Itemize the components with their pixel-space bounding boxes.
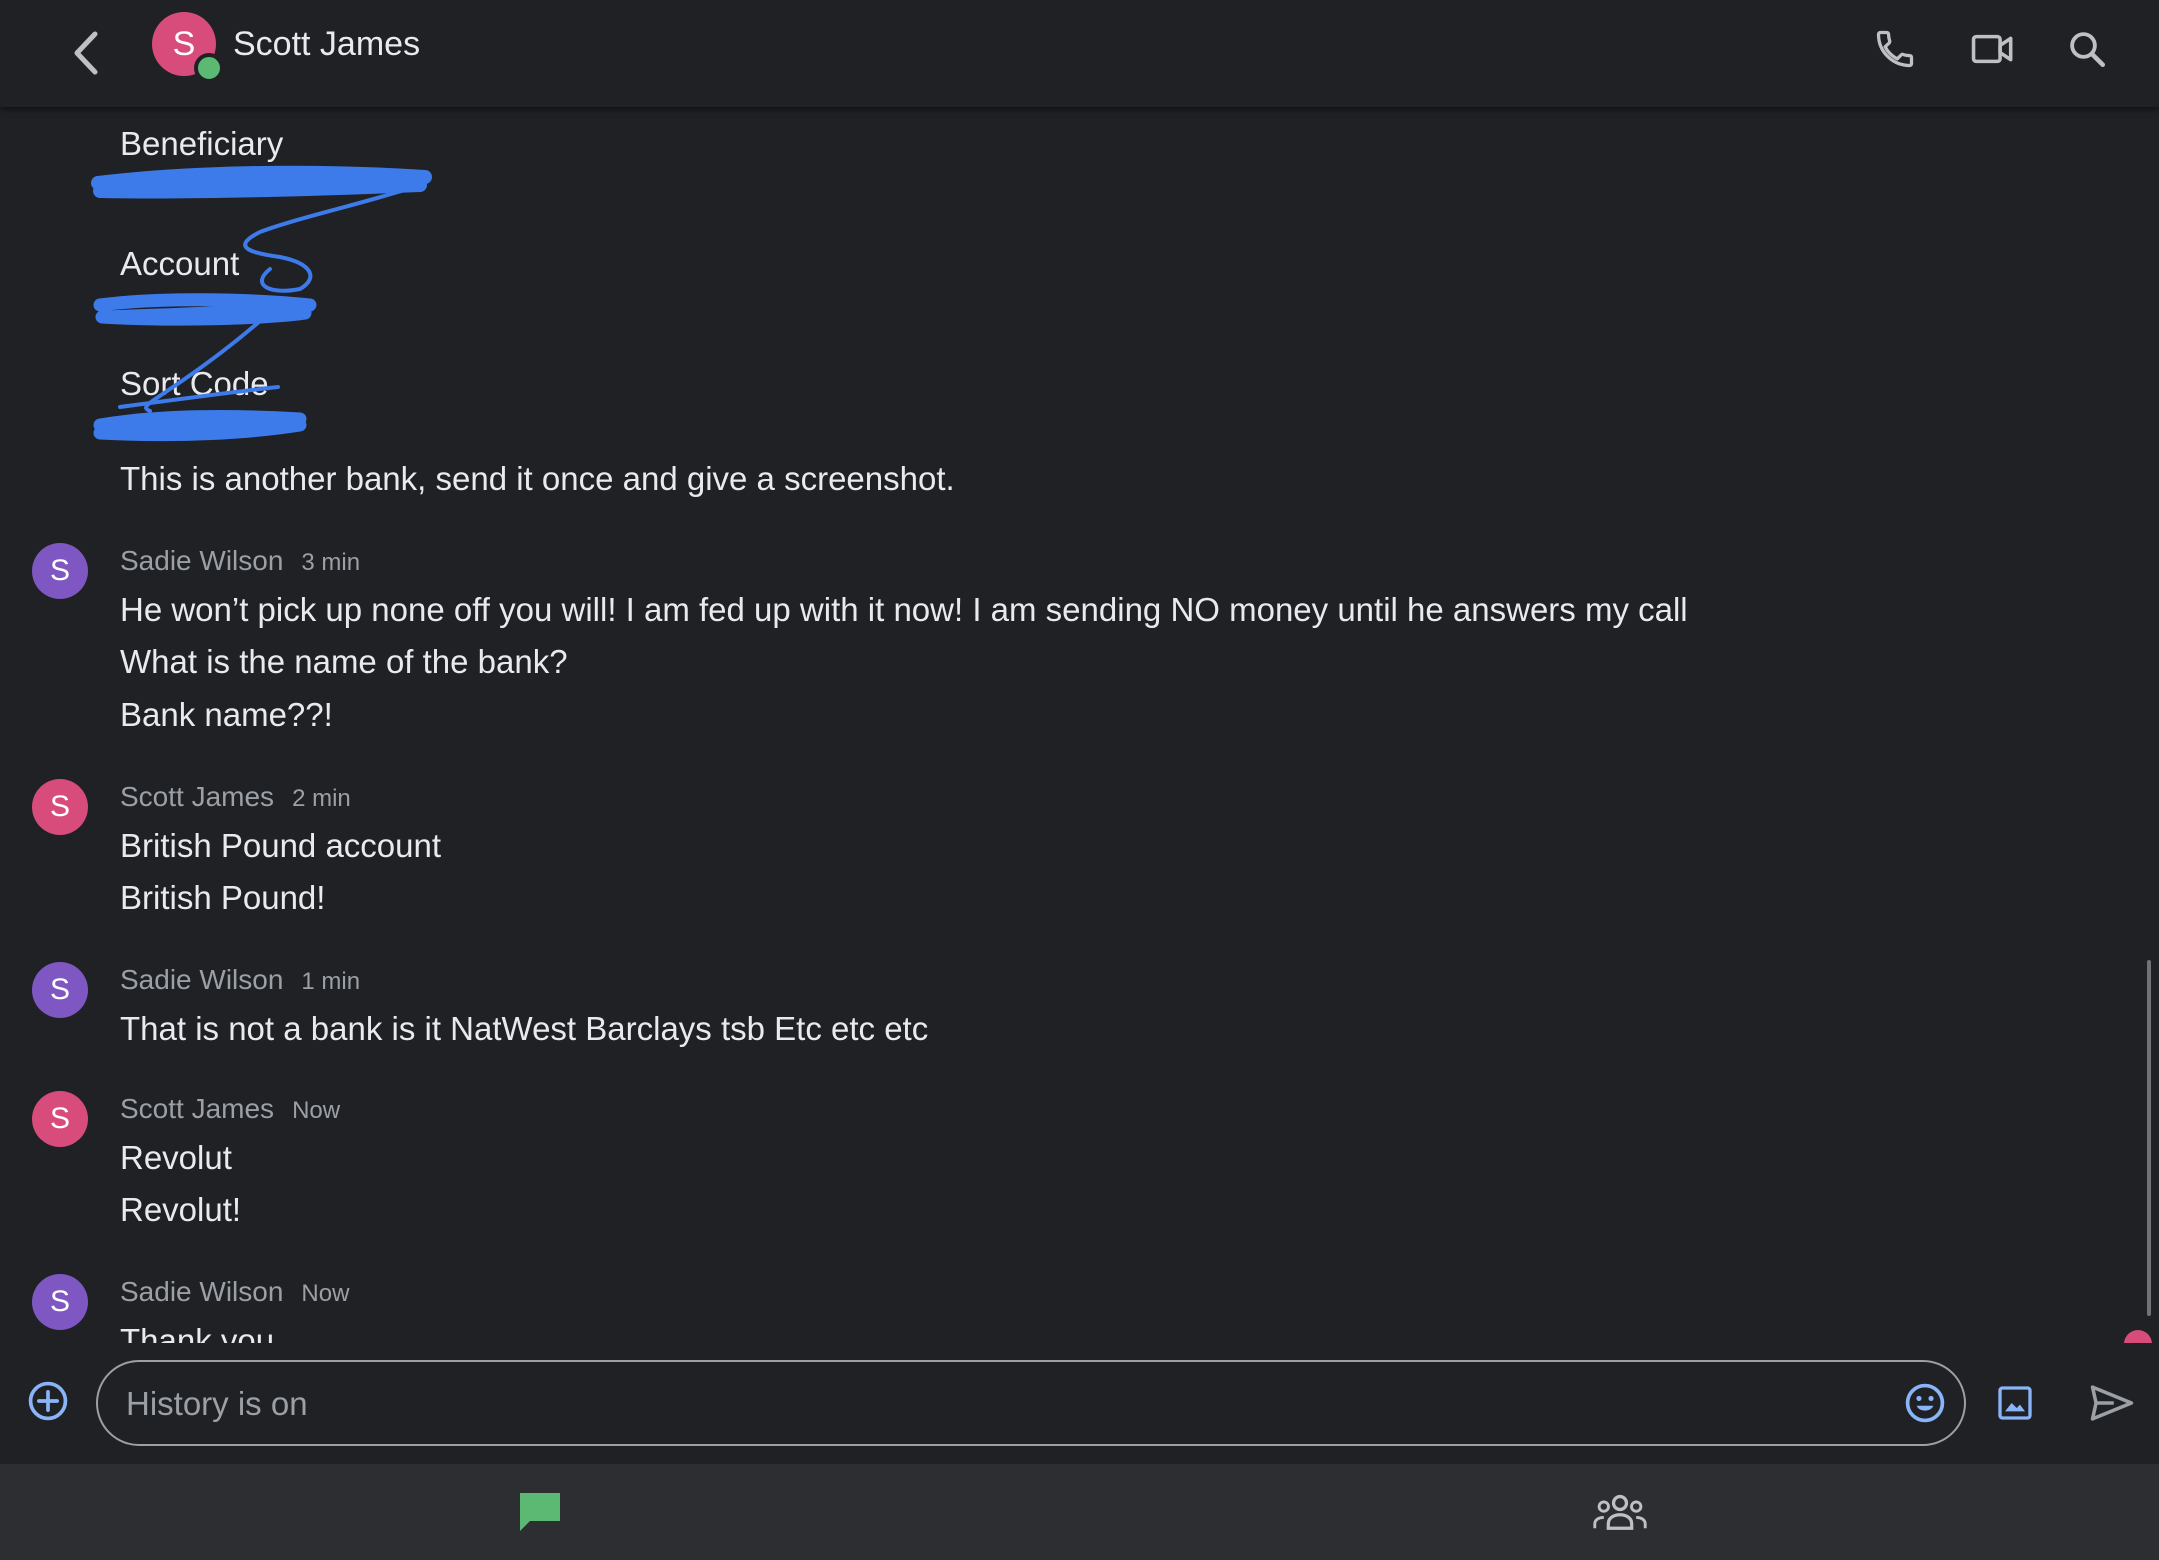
video-call-button[interactable]: [1958, 14, 2028, 84]
sender-name: Scott James: [120, 781, 275, 812]
message-text: British Pound!: [120, 879, 326, 916]
call-button[interactable]: [1860, 14, 1930, 84]
image-icon: [1998, 1386, 2032, 1420]
message-composer: [0, 1343, 2159, 1464]
message-input[interactable]: [124, 1380, 1828, 1428]
add-circle-icon: [28, 1381, 68, 1421]
message-time: 1 min: [301, 968, 361, 995]
message-input-box[interactable]: [96, 1360, 1966, 1446]
avatar-letter: S: [49, 1102, 70, 1135]
scrollbar-thumb[interactable]: [2147, 960, 2151, 1316]
back-arrow-icon: [74, 31, 98, 75]
message-text: Bank name??!: [120, 696, 333, 733]
avatar-letter: S: [49, 554, 70, 587]
sender-line: Scott James 2 min: [120, 779, 351, 817]
sender-line: Sadie Wilson 1 min: [120, 962, 360, 1000]
message-text: Revolut!: [120, 1191, 242, 1228]
sender-line: Sadie Wilson 3 min: [120, 543, 360, 581]
tab-chat[interactable]: [500, 1482, 580, 1542]
back-button[interactable]: [50, 18, 120, 88]
message-text: That is not a bank is it NatWest Barclay…: [120, 1010, 929, 1047]
message-time: 3 min: [301, 549, 361, 576]
message-time: Now: [301, 1280, 350, 1307]
chat-app: S Scott James Beneficiary Account Sort C: [0, 0, 2159, 1560]
avatar[interactable]: S: [32, 962, 88, 1018]
avatar-letter: S: [49, 790, 70, 823]
tab-people[interactable]: [1580, 1482, 1660, 1542]
add-attachment-button[interactable]: [20, 1373, 76, 1429]
online-status-dot: [194, 53, 224, 83]
beneficiary-label: Beneficiary: [120, 125, 284, 162]
phone-icon: [1876, 30, 1914, 68]
video-camera-icon: [1971, 34, 2013, 64]
sender-name: Sadie Wilson: [120, 1276, 284, 1307]
account-label: Account: [120, 245, 240, 282]
message-text: This is another bank, send it once and g…: [120, 460, 955, 497]
avatar-letter: S: [49, 973, 70, 1006]
bottom-navigation: [0, 1464, 2159, 1560]
sender-name: Scott James: [120, 1093, 275, 1124]
avatar-letter: S: [49, 1285, 70, 1318]
message-text: He won’t pick up none off you will! I am…: [120, 591, 1688, 628]
sender-line: Sadie Wilson Now: [120, 1274, 349, 1312]
emoji-icon: [1905, 1383, 1945, 1423]
message-text: British Pound account: [120, 827, 442, 864]
chat-icon: [520, 1493, 560, 1531]
avatar[interactable]: S: [32, 543, 88, 599]
message-text: Thank you: [120, 1322, 275, 1343]
message-list[interactable]: Beneficiary Account Sort Code This is an…: [0, 107, 2159, 1343]
search-icon: [2070, 32, 2106, 68]
conversation-title[interactable]: Scott James: [233, 22, 420, 66]
avatar[interactable]: S: [32, 1274, 88, 1330]
people-icon: [1593, 1494, 1647, 1530]
sort-code-label: Sort Code: [120, 365, 269, 402]
emoji-button[interactable]: [1895, 1373, 1955, 1433]
insert-image-button[interactable]: [1985, 1373, 2045, 1433]
sender-name: Sadie Wilson: [120, 964, 284, 995]
send-button[interactable]: [2080, 1373, 2144, 1433]
message-text: What is the name of the bank?: [120, 643, 568, 680]
sender-line: Scott James Now: [120, 1091, 340, 1129]
message-time: Now: [292, 1097, 341, 1124]
message-text: Revolut: [120, 1139, 232, 1176]
search-button[interactable]: [2052, 14, 2122, 84]
send-icon: [2090, 1385, 2134, 1421]
contact-avatar-letter: S: [172, 24, 196, 63]
avatar[interactable]: S: [32, 779, 88, 835]
top-app-bar: S Scott James: [0, 0, 2159, 107]
redaction-scribble: [91, 165, 432, 442]
avatar[interactable]: S: [32, 1091, 88, 1147]
message-time: 2 min: [292, 785, 351, 812]
sender-name: Sadie Wilson: [120, 545, 284, 576]
